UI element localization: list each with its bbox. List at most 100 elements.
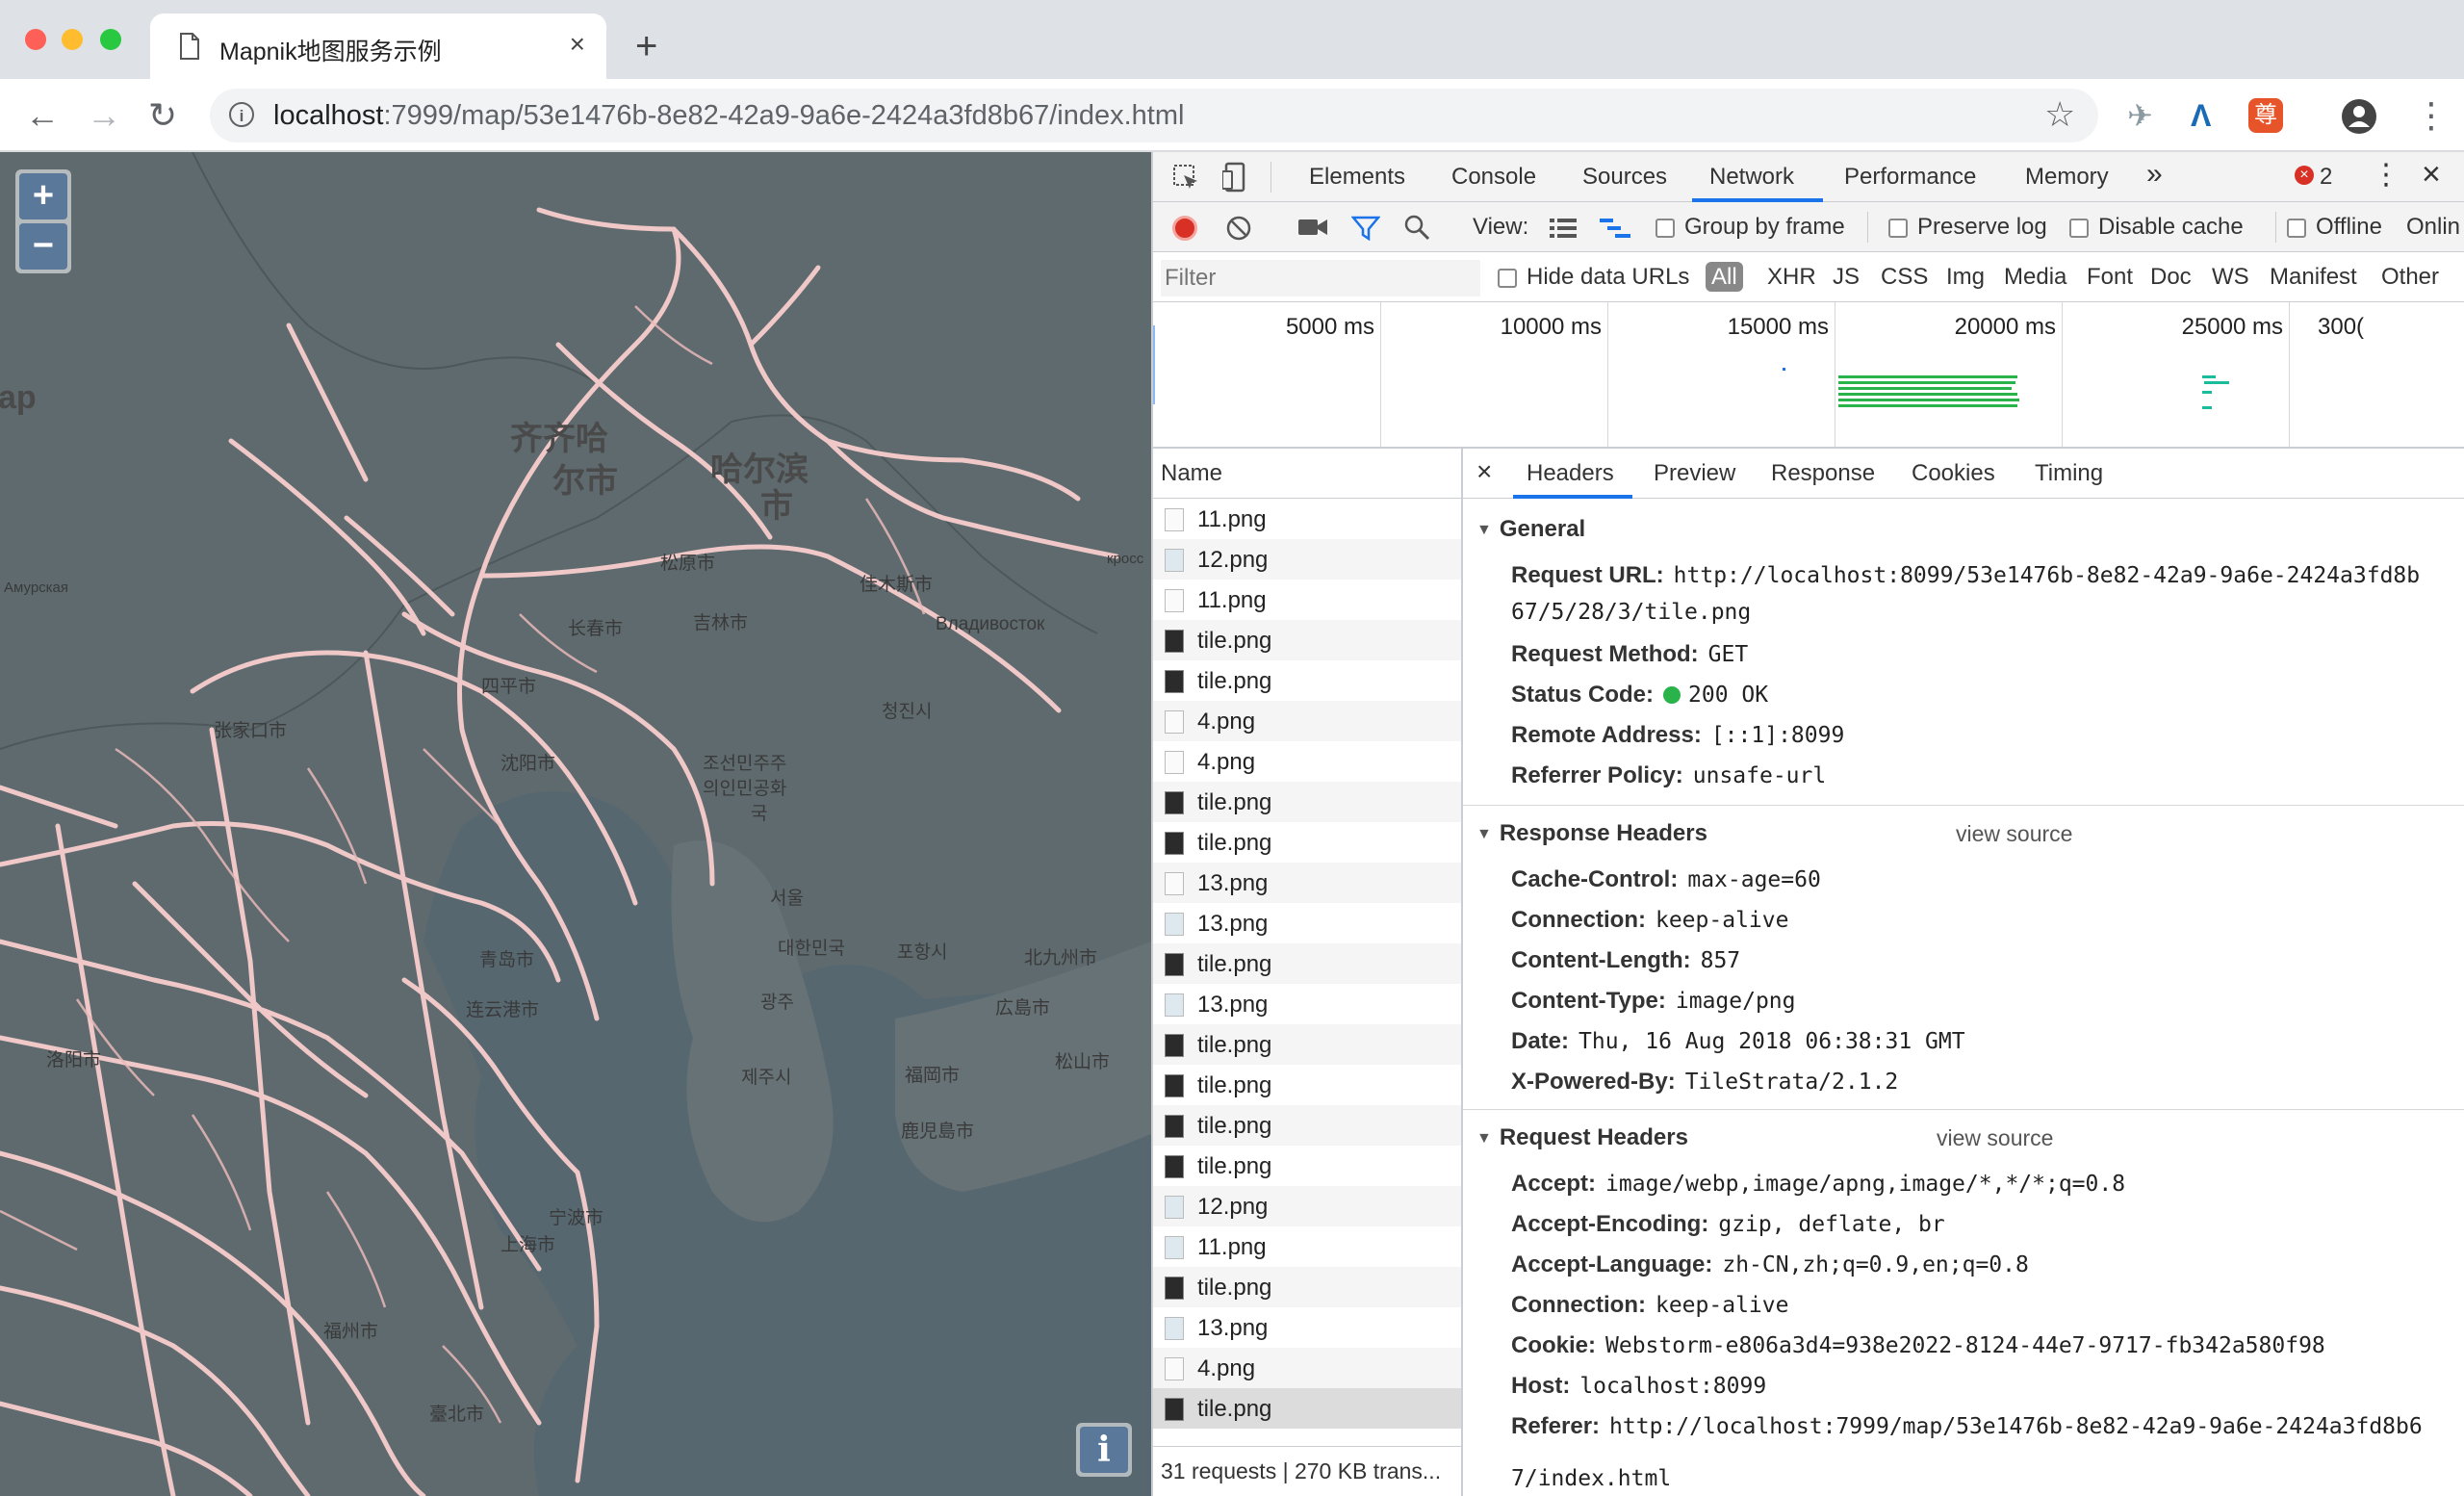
filter-type-doc[interactable]: Doc	[2150, 264, 2192, 291]
error-icon[interactable]: ×	[2295, 166, 2314, 185]
request-row[interactable]: 4.png	[1153, 741, 1461, 782]
more-tabs-icon[interactable]: »	[2146, 158, 2163, 191]
tab-memory[interactable]: Memory	[2025, 164, 2109, 191]
site-info-icon[interactable]: i	[229, 102, 254, 127]
filter-type-img[interactable]: Img	[1946, 264, 1985, 291]
request-row[interactable]: 13.png	[1153, 863, 1461, 903]
summary-text: 31 requests | 270 KB trans...	[1161, 1458, 1442, 1483]
request-row[interactable]: tile.png	[1153, 1105, 1461, 1146]
preserve-log-checkbox[interactable]: Preserve log	[1888, 214, 2047, 241]
maximize-window-button[interactable]	[100, 29, 121, 50]
detail-tab-cookies[interactable]: Cookies	[1912, 460, 1995, 487]
response-view-source-link[interactable]: view source	[1956, 821, 2072, 847]
request-row[interactable]: 4.png	[1153, 1348, 1461, 1388]
chrome-menu-icon[interactable]: ⋮	[2414, 96, 2449, 135]
filter-type-font[interactable]: Font	[2087, 264, 2133, 291]
search-icon[interactable]	[1403, 214, 1430, 241]
request-row[interactable]: tile.png	[1153, 1388, 1461, 1429]
close-devtools-icon[interactable]: ×	[2422, 156, 2441, 193]
filter-input[interactable]	[1161, 260, 1480, 297]
filter-type-other[interactable]: Other	[2381, 264, 2439, 291]
bookmark-star-icon[interactable]: ☆	[2044, 94, 2075, 135]
disable-cache-checkbox[interactable]: Disable cache	[2069, 214, 2244, 241]
record-button[interactable]	[1172, 216, 1197, 241]
filter-funnel-icon[interactable]	[1351, 216, 1380, 241]
error-count[interactable]: 2	[2320, 164, 2332, 191]
zoom-in-button[interactable]: +	[19, 173, 67, 219]
network-overview-timeline[interactable]: 5000 ms 10000 ms 15000 ms 20000 ms 25000…	[1153, 302, 2464, 449]
filter-type-js[interactable]: JS	[1833, 264, 1860, 291]
request-row[interactable]: 4.png	[1153, 701, 1461, 741]
request-row[interactable]: tile.png	[1153, 1267, 1461, 1307]
tab-close-icon[interactable]: ×	[570, 29, 585, 60]
throttling-select[interactable]: Onlin	[2406, 214, 2460, 241]
request-row[interactable]: 11.png	[1153, 580, 1461, 620]
detail-tab-response[interactable]: Response	[1771, 460, 1875, 487]
translate-extension-icon[interactable]: 尊	[2248, 98, 2283, 133]
request-row[interactable]: tile.png	[1153, 660, 1461, 701]
reload-button[interactable]: ↻	[148, 96, 177, 135]
timeline-bar	[1838, 387, 2012, 390]
timeline-tick: 15000 ms	[1727, 314, 1829, 340]
request-view-source-link[interactable]: view source	[1937, 1125, 2053, 1151]
bird-extension-icon[interactable]: ✈	[2127, 96, 2153, 135]
request-row[interactable]: 13.png	[1153, 903, 1461, 943]
request-row[interactable]: tile.png	[1153, 782, 1461, 822]
tab-sources[interactable]: Sources	[1582, 164, 1667, 191]
request-row[interactable]: tile.png	[1153, 620, 1461, 660]
url-text[interactable]: localhost:7999/map/53e1476b-8e82-42a9-9a…	[273, 100, 1184, 132]
screenshot-camera-icon[interactable]	[1297, 216, 1328, 239]
filter-type-manifest[interactable]: Manifest	[2270, 264, 2357, 291]
address-bar[interactable]: i localhost:7999/map/53e1476b-8e82-42a9-…	[210, 89, 2098, 142]
tab-network[interactable]: Network	[1709, 164, 1794, 191]
request-row[interactable]: 12.png	[1153, 1186, 1461, 1226]
request-row[interactable]: tile.png	[1153, 943, 1461, 984]
forward-button[interactable]: →	[87, 96, 121, 135]
filter-type-all[interactable]: All	[1706, 262, 1743, 292]
new-tab-button[interactable]: +	[635, 27, 657, 65]
request-row[interactable]: tile.png	[1153, 1146, 1461, 1186]
device-toolbar-icon[interactable]	[1222, 162, 1251, 193]
tab-console[interactable]: Console	[1451, 164, 1536, 191]
tab-performance[interactable]: Performance	[1844, 164, 1976, 191]
request-row[interactable]: 11.png	[1153, 1226, 1461, 1267]
tab-elements[interactable]: Elements	[1309, 164, 1405, 191]
request-headers-toggle[interactable]: ▼ Request Headers	[1476, 1124, 1688, 1151]
group-by-frame-checkbox[interactable]: Group by frame	[1656, 214, 1845, 241]
inspect-element-icon[interactable]	[1172, 164, 1201, 193]
map-view[interactable]: ap 齐齐哈 尔市 哈尔滨 市 Амурская кросс 松原市 佳木斯市 …	[0, 152, 1151, 1496]
waterfall-view-icon[interactable]	[1600, 218, 1630, 239]
request-row[interactable]: tile.png	[1153, 1024, 1461, 1065]
general-section-toggle[interactable]: ▼ General	[1476, 516, 1585, 543]
hide-data-urls-checkbox[interactable]: Hide data URLs	[1498, 264, 1689, 291]
browser-tab[interactable]: Mapnik地图服务示例 ×	[150, 13, 606, 79]
map-info-button[interactable]: i	[1080, 1427, 1128, 1473]
request-row[interactable]: tile.png	[1153, 822, 1461, 863]
minimize-window-button[interactable]	[62, 29, 83, 50]
request-list-header[interactable]: Name	[1153, 449, 1461, 499]
back-button[interactable]: ←	[25, 96, 60, 135]
lambda-extension-icon[interactable]: Λ	[2191, 96, 2211, 135]
request-row[interactable]: tile.png	[1153, 1065, 1461, 1105]
header-row: Content-Type: image/png	[1511, 988, 1796, 1015]
detail-tab-headers[interactable]: Headers	[1527, 460, 1614, 487]
response-headers-toggle[interactable]: ▼ Response Headers	[1476, 820, 1707, 847]
close-window-button[interactable]	[25, 29, 46, 50]
detail-tab-timing[interactable]: Timing	[2035, 460, 2103, 487]
devtools-menu-icon[interactable]: ⋮	[2372, 158, 2400, 192]
close-detail-icon[interactable]: ×	[1476, 456, 1492, 487]
filter-type-css[interactable]: CSS	[1881, 264, 1928, 291]
clear-icon[interactable]	[1226, 216, 1251, 241]
zoom-out-button[interactable]: −	[19, 223, 67, 270]
profile-avatar-icon[interactable]	[2341, 98, 2377, 135]
filter-type-media[interactable]: Media	[2004, 264, 2066, 291]
offline-checkbox[interactable]: Offline	[2287, 214, 2382, 241]
filter-type-xhr[interactable]: XHR	[1767, 264, 1816, 291]
request-row[interactable]: 13.png	[1153, 984, 1461, 1024]
request-row[interactable]: 12.png	[1153, 539, 1461, 580]
request-row[interactable]: 13.png	[1153, 1307, 1461, 1348]
request-row[interactable]: 11.png	[1153, 499, 1461, 539]
detail-tab-preview[interactable]: Preview	[1654, 460, 1735, 487]
list-view-icon[interactable]	[1550, 218, 1577, 239]
filter-type-ws[interactable]: WS	[2212, 264, 2249, 291]
